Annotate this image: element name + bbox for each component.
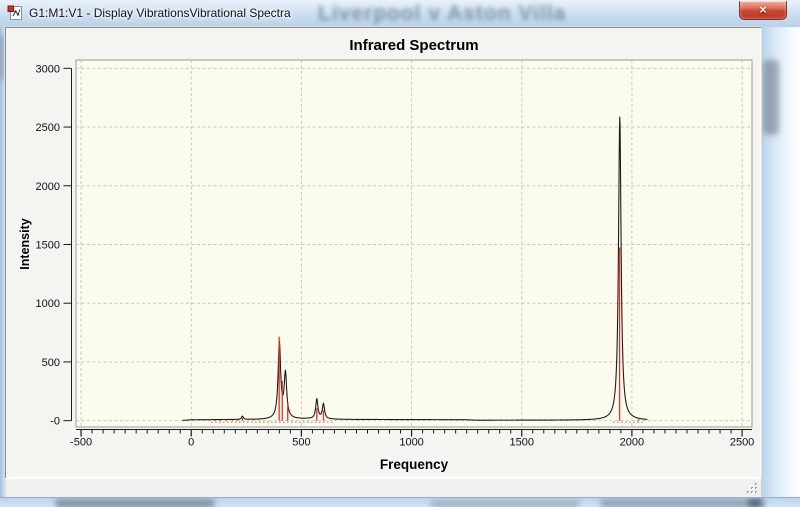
svg-text:0: 0 <box>188 437 194 449</box>
svg-text:2500: 2500 <box>730 437 754 449</box>
molecule-document-icon[interactable] <box>7 5 24 22</box>
title-bar[interactable]: Liverpool v Aston Villa G1:M1:V1 - Displ… <box>0 0 800 27</box>
background-window-text: Liverpool v Aston Villa <box>318 2 567 25</box>
close-icon: × <box>759 2 767 17</box>
application-window: Liverpool v Aston Villa G1:M1:V1 - Displ… <box>0 0 800 507</box>
resize-grip-icon[interactable] <box>745 481 759 495</box>
svg-text:1500: 1500 <box>510 437 534 449</box>
svg-text:500: 500 <box>292 437 310 449</box>
chart-panel: -0 500 1000 1500 2000 2500 3000 -500 0 500 1000 150… <box>5 27 761 478</box>
svg-text:1500: 1500 <box>36 239 60 251</box>
chart-graphics: -0 500 1000 1500 2000 2500 3000 -500 0 500 1000 150… <box>36 59 754 449</box>
svg-text:1000: 1000 <box>36 298 60 310</box>
window-border-bottom <box>0 497 800 507</box>
y-axis-label: Intensity <box>18 218 32 269</box>
svg-text:2000: 2000 <box>620 437 644 449</box>
chart-title: Infrared Spectrum <box>349 37 478 54</box>
svg-text:-0: -0 <box>50 416 60 428</box>
svg-text:500: 500 <box>42 357 60 369</box>
spectrum-chart[interactable]: -0 500 1000 1500 2000 2500 3000 -500 0 500 1000 150… <box>5 27 761 478</box>
svg-text:2000: 2000 <box>36 181 60 193</box>
close-button[interactable]: × <box>739 1 787 20</box>
window-border-right <box>761 27 800 498</box>
x-axis-label: Frequency <box>380 457 449 472</box>
window-title: G1:M1:V1 - Display VibrationsVibrational… <box>29 6 291 20</box>
status-bar <box>5 478 761 497</box>
svg-text:3000: 3000 <box>36 63 60 75</box>
svg-text:2500: 2500 <box>36 122 60 134</box>
svg-text:-500: -500 <box>70 437 92 449</box>
svg-text:1000: 1000 <box>399 437 423 449</box>
